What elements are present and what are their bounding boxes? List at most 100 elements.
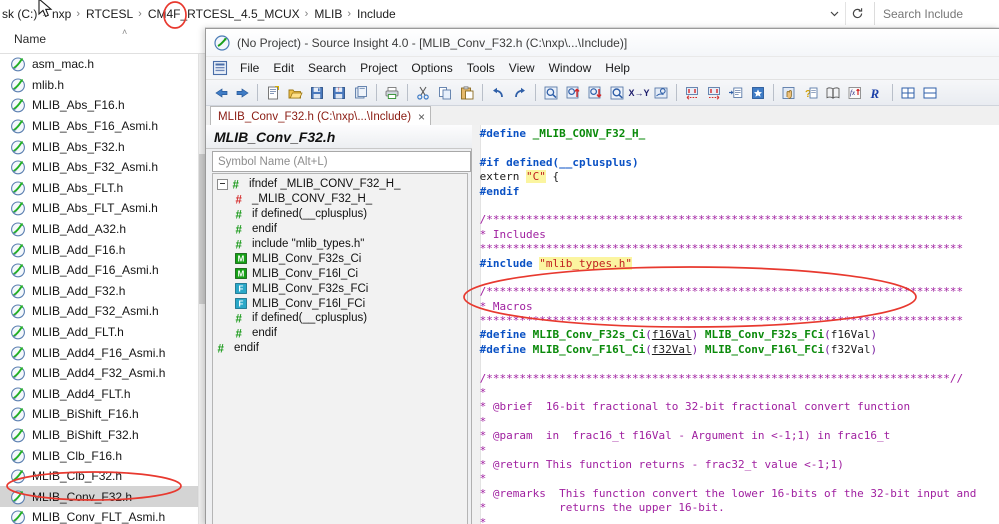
code-line[interactable]: *	[480, 415, 977, 429]
code-line[interactable]: #endif	[480, 185, 977, 199]
code-line[interactable]: #if defined(__cplusplus)	[480, 156, 977, 170]
window-title-bar[interactable]: (No Project) - Source Insight 4.0 - [MLI…	[206, 29, 999, 57]
file-list-item[interactable]: MLIB_Add4_F32_Asmi.h	[0, 363, 198, 384]
symbol-search-input[interactable]: Symbol Name (Alt+L)	[212, 151, 471, 172]
file-list[interactable]: asm_mac.h mlib.h MLIB_Abs_F16.h MLIB_Abs…	[0, 54, 198, 524]
code-line[interactable]: /***************************************…	[480, 372, 977, 386]
code-line[interactable]: *	[480, 444, 977, 458]
symbol-tree-item[interactable]: # endif	[213, 222, 467, 237]
bookmark-icon[interactable]	[747, 82, 769, 104]
copy-icon[interactable]	[434, 82, 456, 104]
file-list-item[interactable]: MLIB_Add_F16_Asmi.h	[0, 260, 198, 281]
context-help-icon[interactable]: ?	[800, 82, 822, 104]
close-icon[interactable]: ×	[418, 110, 425, 124]
code-line[interactable]: #define _MLIB_CONV_F32_H_	[480, 127, 977, 141]
code-line[interactable]: * @return This function returns - frac32…	[480, 458, 977, 472]
file-list-item[interactable]: MLIB_Add_F16.h	[0, 239, 198, 260]
symbol-tree-item[interactable]: # ifndef _MLIB_CONV_F32_H_	[213, 177, 467, 192]
print-icon[interactable]	[381, 82, 403, 104]
jump-right-icon[interactable]	[703, 82, 725, 104]
menu-item-project[interactable]: Project	[353, 60, 404, 76]
symbol-tree-item[interactable]: F MLIB_Conv_F16l_FCi	[213, 296, 467, 311]
column-header-name[interactable]: Name	[14, 32, 46, 46]
code-line[interactable]: *	[480, 386, 977, 400]
chevron-down-icon[interactable]	[823, 2, 845, 25]
breadcrumb-item-4[interactable]: MLIB	[312, 7, 344, 21]
browse-symbols-icon[interactable]	[822, 82, 844, 104]
menu-item-window[interactable]: Window	[542, 60, 599, 76]
lookup-reference-icon[interactable]	[606, 82, 628, 104]
symbol-tree-item[interactable]: # if defined(__cplusplus)	[213, 207, 467, 222]
file-list-item[interactable]: MLIB_Abs_FLT.h	[0, 178, 198, 199]
code-line[interactable]: #define MLIB_Conv_F16l_Ci(f32Val) MLIB_C…	[480, 343, 977, 357]
address-bar[interactable]: sk (C:)›nxp›RTCESL›CM4F_RTCESL_4.5_MCUX›…	[0, 0, 999, 28]
redo-icon[interactable]	[509, 82, 531, 104]
file-list-item[interactable]: MLIB_Abs_F16.h	[0, 95, 198, 116]
code-line[interactable]: * Macros	[480, 300, 977, 314]
save-icon[interactable]	[306, 82, 328, 104]
toolbar[interactable]: ! X→Y? fx R	[206, 80, 999, 106]
breadcrumb-item-0[interactable]: sk (C:)	[0, 7, 39, 21]
breadcrumb-item-5[interactable]: Include	[355, 7, 398, 21]
file-list-item[interactable]: MLIB_Add_A32.h	[0, 219, 198, 240]
code-content[interactable]: #define _MLIB_CONV_F32_H_ #if defined(__…	[480, 127, 977, 524]
code-line[interactable]	[480, 271, 977, 285]
symbol-tree-item[interactable]: # include "mlib_types.h"	[213, 237, 467, 252]
menu-item-options[interactable]: Options	[404, 60, 459, 76]
code-line[interactable]	[480, 199, 977, 213]
forward-icon[interactable]	[231, 82, 253, 104]
file-list-item[interactable]: MLIB_Abs_F16_Asmi.h	[0, 116, 198, 137]
search-forward-icon[interactable]	[562, 82, 584, 104]
menu-item-file[interactable]: File	[233, 60, 266, 76]
menu-item-tools[interactable]: Tools	[460, 60, 502, 76]
file-list-item[interactable]: mlib.h	[0, 75, 198, 96]
menu-item-view[interactable]: View	[502, 60, 542, 76]
menu-item-edit[interactable]: Edit	[266, 60, 301, 76]
relation-window-icon[interactable]: R	[866, 82, 888, 104]
file-list-item[interactable]: MLIB_BiShift_F32.h	[0, 425, 198, 446]
function-icon[interactable]: fx	[844, 82, 866, 104]
file-list-item[interactable]: MLIB_Clb_F32.h	[0, 466, 198, 487]
search-files-icon[interactable]	[650, 82, 672, 104]
file-list-item[interactable]: MLIB_Add4_FLT.h	[0, 384, 198, 405]
symbol-tree-item[interactable]: M MLIB_Conv_F16l_Ci	[213, 266, 467, 281]
drag-pan-icon[interactable]	[778, 82, 800, 104]
refresh-icon[interactable]	[845, 2, 868, 25]
paste-icon[interactable]	[456, 82, 478, 104]
code-line[interactable]	[480, 357, 977, 371]
file-list-item[interactable]: MLIB_Add4_F16_Asmi.h	[0, 342, 198, 363]
code-line[interactable]: #define MLIB_Conv_F32s_Ci(f16Val) MLIB_C…	[480, 328, 977, 342]
tab-mlib-conv-f32-h[interactable]: MLIB_Conv_F32.h (C:\nxp\...\Include) ×	[210, 106, 432, 127]
close-file-icon[interactable]	[350, 82, 372, 104]
file-list-item[interactable]: MLIB_Conv_FLT_Asmi.h	[0, 507, 198, 524]
jump-to-definition-icon[interactable]	[725, 82, 747, 104]
code-line[interactable]: * @param in frac16_t f16Val - Argument i…	[480, 429, 977, 443]
code-line[interactable]: * @remarks This function convert the low…	[480, 487, 977, 501]
file-list-item[interactable]: MLIB_Clb_F16.h	[0, 445, 198, 466]
file-list-item[interactable]: MLIB_Abs_F32.h	[0, 136, 198, 157]
breadcrumb-item-3[interactable]: CM4F_RTCESL_4.5_MCUX	[146, 7, 302, 21]
code-line[interactable]: * @brief 16-bit fractional to 32-bit fra…	[480, 400, 977, 414]
symbol-tree-item[interactable]: # if defined(__cplusplus)	[213, 311, 467, 326]
code-line[interactable]: *	[480, 516, 977, 524]
file-list-item[interactable]: MLIB_BiShift_F16.h	[0, 404, 198, 425]
file-list-item[interactable]: asm_mac.h	[0, 54, 198, 75]
code-line[interactable]: #include "mlib_types.h"	[480, 256, 977, 271]
code-line[interactable]: * Includes	[480, 228, 977, 242]
symbol-tree-item[interactable]: # _MLIB_CONV_F32_H_	[213, 192, 467, 207]
code-line[interactable]: /***************************************…	[480, 285, 977, 299]
symbol-tree-item[interactable]: # endif	[213, 341, 467, 356]
file-list-item[interactable]: MLIB_Abs_FLT_Asmi.h	[0, 198, 198, 219]
code-line[interactable]	[480, 141, 977, 155]
code-line[interactable]: extern "C" {	[480, 170, 977, 184]
file-list-item[interactable]: MLIB_Add_FLT.h	[0, 322, 198, 343]
breadcrumb-item-2[interactable]: RTCESL	[84, 7, 135, 21]
code-line[interactable]: ****************************************…	[480, 242, 977, 256]
new-file-icon[interactable]	[262, 82, 284, 104]
tile-windows-icon[interactable]	[897, 82, 919, 104]
back-icon[interactable]	[209, 82, 231, 104]
symbol-tree-item[interactable]: # endif	[213, 326, 467, 341]
cut-icon[interactable]	[412, 82, 434, 104]
symbol-tree-item[interactable]: F MLIB_Conv_F32s_FCi	[213, 281, 467, 296]
horizontal-split-icon[interactable]	[919, 82, 941, 104]
